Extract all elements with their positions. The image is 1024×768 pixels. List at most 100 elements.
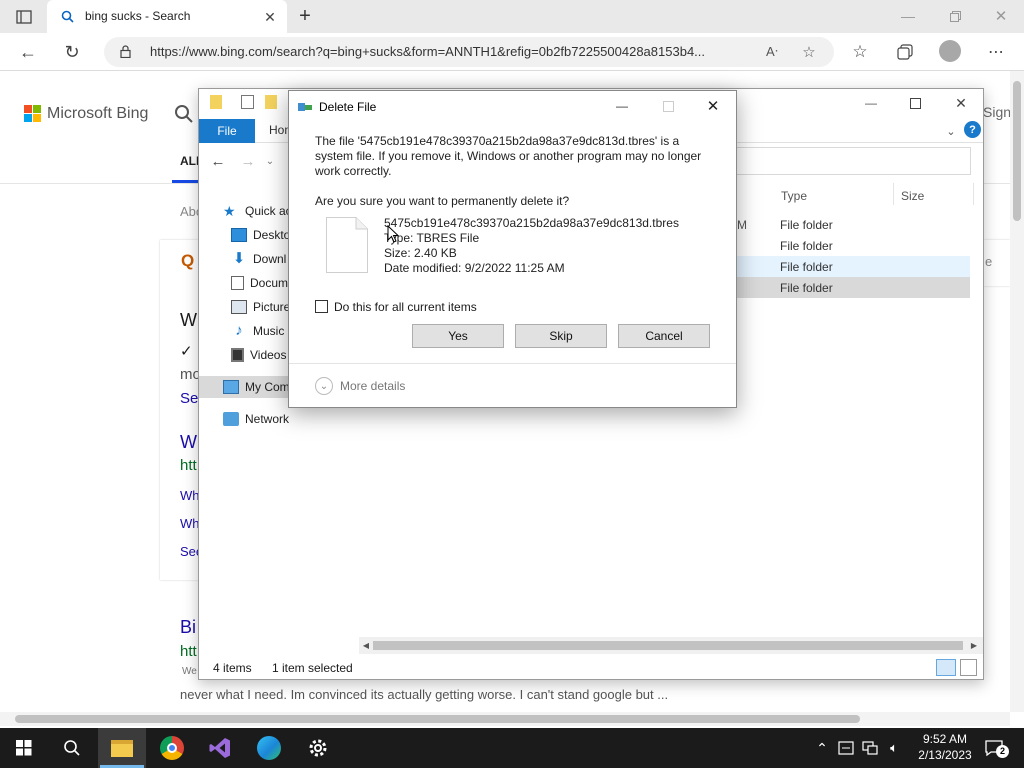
- system-clock[interactable]: 9:52 AM 2/13/2023: [912, 731, 978, 763]
- back-icon[interactable]: ←: [16, 41, 40, 63]
- read-aloud-icon[interactable]: Aᐧ: [762, 43, 782, 61]
- file-row[interactable]: File folder: [736, 214, 970, 235]
- details-view-icon[interactable]: [936, 659, 956, 676]
- tree-item-my-computer[interactable]: My Com: [199, 376, 290, 398]
- chevron-down-icon[interactable]: ⌄: [315, 377, 333, 395]
- chevron-down-icon[interactable]: ⌄: [943, 123, 959, 139]
- tree-item-quick-access[interactable]: ★ Quick ac: [223, 200, 292, 222]
- minimize-icon[interactable]: —: [611, 96, 633, 116]
- folder-icon: [210, 95, 222, 109]
- browser-tab-bar: bing sucks - Search ✕ + — ✕: [0, 0, 1024, 33]
- close-icon[interactable]: ✕: [949, 93, 973, 113]
- scrollbar-thumb[interactable]: [15, 715, 860, 723]
- tab-file[interactable]: File: [199, 119, 255, 143]
- scroll-left-icon[interactable]: ◀: [361, 640, 371, 651]
- recent-locations-icon[interactable]: ⌄: [263, 151, 277, 171]
- settings-gear-icon[interactable]: [294, 728, 342, 768]
- minimize-icon[interactable]: —: [896, 5, 920, 27]
- cancel-button[interactable]: Cancel: [618, 324, 710, 348]
- maximize-icon[interactable]: [903, 93, 927, 113]
- search-icon[interactable]: [48, 728, 96, 768]
- close-tab-icon[interactable]: ✕: [261, 8, 279, 26]
- result-title-fragment[interactable]: W: [180, 432, 197, 453]
- page-vertical-scrollbar[interactable]: [1010, 71, 1024, 712]
- search-icon[interactable]: [174, 104, 194, 127]
- column-header-size[interactable]: Size: [901, 189, 924, 203]
- file-row-type: File folder: [780, 218, 833, 232]
- properties-icon[interactable]: [241, 95, 254, 109]
- refresh-icon[interactable]: ↻: [60, 41, 84, 63]
- file-row[interactable]: File folder: [736, 256, 970, 277]
- computer-icon: [223, 380, 239, 394]
- column-divider: [973, 183, 974, 205]
- collections-icon[interactable]: [893, 41, 917, 63]
- tab-title: bing sucks - Search: [85, 9, 191, 23]
- minimize-icon[interactable]: —: [859, 93, 883, 113]
- security-icon[interactable]: [836, 738, 856, 758]
- lock-icon: [120, 45, 131, 61]
- restore-icon[interactable]: [943, 5, 967, 27]
- show-hidden-icons-icon[interactable]: ⌃: [812, 738, 832, 758]
- result-link-fragment[interactable]: Wh: [180, 488, 200, 503]
- more-options-icon[interactable]: ⋯: [984, 41, 1008, 63]
- dialog-title: Delete File: [319, 100, 377, 114]
- close-icon[interactable]: ✕: [702, 96, 724, 116]
- tree-item-pictures[interactable]: Picture: [231, 296, 290, 318]
- page-horizontal-scrollbar[interactable]: [0, 712, 1010, 726]
- file-thumbnail-icon: [326, 217, 368, 273]
- tree-item-documents[interactable]: Docum: [231, 272, 288, 294]
- result-url-fragment: htt: [180, 643, 197, 660]
- start-button[interactable]: [0, 728, 48, 768]
- apply-to-all-checkbox[interactable]: [315, 300, 328, 313]
- desktop-icon: [231, 228, 247, 242]
- tree-item-music[interactable]: ♪ Music: [231, 320, 284, 342]
- column-header-type[interactable]: Type: [781, 189, 807, 203]
- apply-to-all-label[interactable]: Do this for all current items: [334, 300, 477, 314]
- yes-button[interactable]: Yes: [412, 324, 504, 348]
- visual-studio-icon[interactable]: [196, 728, 244, 768]
- tree-item-downloads[interactable]: ⬇ Downl: [231, 248, 287, 270]
- url-field[interactable]: https://www.bing.com/search?q=bing+sucks…: [104, 37, 834, 67]
- url-text: https://www.bing.com/search?q=bing+sucks…: [150, 44, 706, 59]
- network-icon: [223, 412, 239, 426]
- tree-item-label: Picture: [253, 300, 291, 314]
- file-explorer-taskbar-icon[interactable]: [98, 728, 146, 768]
- tree-item-network[interactable]: Network: [223, 408, 289, 430]
- network-icon[interactable]: [860, 738, 880, 758]
- explorer-horizontal-scrollbar[interactable]: ◀ ▶: [359, 637, 983, 654]
- file-name: 5475cb191e478c39370a215b2da98a37e9dc813d…: [384, 216, 679, 230]
- close-icon[interactable]: ✕: [989, 5, 1013, 27]
- forward-icon[interactable]: →: [238, 151, 258, 171]
- help-icon[interactable]: ?: [964, 121, 981, 138]
- result-title-fragment[interactable]: Bi: [180, 617, 196, 638]
- add-favorite-icon[interactable]: ☆: [798, 42, 820, 62]
- scrollbar-thumb[interactable]: [373, 641, 963, 650]
- more-details-link[interactable]: More details: [340, 379, 405, 393]
- taskbar: ⌃ 🔈︎ 9:52 AM 2/13/2023 2: [0, 728, 1024, 768]
- volume-icon[interactable]: 🔈︎: [884, 738, 904, 758]
- new-tab-icon[interactable]: +: [294, 5, 316, 27]
- scroll-right-icon[interactable]: ▶: [969, 640, 979, 651]
- chrome-icon[interactable]: [148, 728, 196, 768]
- browser-tab-active[interactable]: bing sucks - Search ✕: [47, 0, 287, 33]
- result-link-fragment[interactable]: Wh: [180, 516, 200, 531]
- edge-icon[interactable]: [245, 728, 293, 768]
- skip-button[interactable]: Skip: [515, 324, 607, 348]
- back-icon[interactable]: ←: [208, 151, 228, 171]
- sign-in-link[interactable]: Sign: [983, 104, 1011, 120]
- scrollbar-thumb[interactable]: [1013, 81, 1021, 221]
- maximize-icon: [657, 96, 679, 116]
- tree-item-videos[interactable]: Videos: [231, 344, 286, 366]
- file-row-selected[interactable]: File folder: [736, 277, 970, 298]
- file-row[interactable]: File folder: [736, 235, 970, 256]
- explorer-search-box[interactable]: [736, 147, 971, 175]
- film-icon: [231, 348, 244, 362]
- avatar[interactable]: [939, 40, 961, 62]
- tree-item-desktop[interactable]: Deskto: [231, 224, 290, 246]
- card-fragment-see[interactable]: Se: [180, 390, 198, 407]
- tab-actions-icon[interactable]: [12, 6, 36, 28]
- favorites-icon[interactable]: ☆: [848, 41, 872, 63]
- large-icons-view-icon[interactable]: [960, 659, 977, 676]
- new-folder-icon[interactable]: [265, 95, 277, 109]
- status-selection: 1 item selected: [272, 661, 353, 675]
